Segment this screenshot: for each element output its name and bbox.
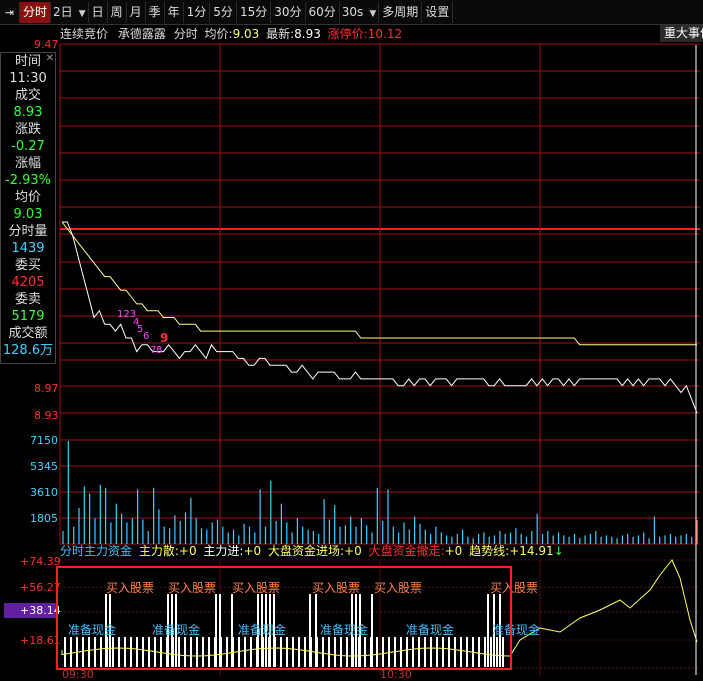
trend-label: 趋势线: bbox=[469, 544, 510, 558]
trend-value: +14.91 bbox=[509, 544, 554, 558]
main-scatter-label: 主力散: bbox=[138, 544, 179, 558]
amount-value: 128.6万 bbox=[2, 343, 54, 358]
main-in-value: +0 bbox=[243, 544, 262, 558]
capital-flow-title: 分时主力资金 bbox=[60, 544, 133, 558]
trend-arrow-icon: ↓ bbox=[553, 544, 564, 558]
avg-value: 9.03 bbox=[13, 207, 43, 222]
price-axis-893: 8.93 bbox=[34, 409, 59, 422]
change-label: 涨跌 bbox=[14, 122, 41, 137]
price-axis-897: 8.97 bbox=[34, 382, 59, 395]
capital-flow-header: 分时主力资金 主力散:+0 主力进:+0 大盘资金进场:+0 大盘资金撤走:+0… bbox=[60, 544, 564, 559]
market-out-value: +0 bbox=[444, 544, 463, 558]
volume-axis-1805: 1805 bbox=[30, 512, 58, 525]
highlight-box bbox=[56, 566, 512, 670]
bid-value: 4205 bbox=[11, 275, 45, 290]
deal-label: 成交 bbox=[14, 88, 41, 103]
avg-label: 均价 bbox=[14, 190, 41, 205]
market-out-label: 大盘资金撤走: bbox=[368, 544, 445, 558]
flow-axis-5627: +56.27 bbox=[20, 581, 61, 594]
wave-label-8: 8 bbox=[156, 345, 163, 356]
ask-value: 5179 bbox=[11, 309, 45, 324]
pct-label: 涨幅 bbox=[14, 156, 41, 171]
volume-axis-7150: 7150 bbox=[30, 434, 58, 447]
main-in-label: 主力进: bbox=[203, 544, 244, 558]
deal-value: 8.93 bbox=[13, 105, 43, 120]
volume-label: 分时量 bbox=[8, 224, 48, 239]
flow-axis-1861: +18.61 bbox=[20, 634, 61, 647]
market-in-label: 大盘资金进场: bbox=[268, 544, 345, 558]
wave-label-6: 6 bbox=[143, 331, 150, 342]
market-in-value: +0 bbox=[344, 544, 362, 558]
time-value: 11:30 bbox=[9, 71, 47, 86]
pct-value: -2.93% bbox=[5, 173, 51, 188]
main-scatter-value: +0 bbox=[178, 544, 197, 558]
close-icon[interactable]: ✕ bbox=[46, 53, 54, 64]
amount-label: 成交额 bbox=[8, 326, 48, 341]
price-axis-top: 9.47 bbox=[34, 38, 59, 51]
volume-axis-3610: 3610 bbox=[30, 486, 58, 499]
quote-info-panel: ✕ 时间 11:30 成交 8.93 涨跌 -0.27 涨幅 -2.93% 均价… bbox=[0, 52, 56, 364]
flow-axis-3814: +38.14 bbox=[20, 604, 61, 617]
change-value: -0.27 bbox=[11, 139, 45, 154]
volume-axis-5345: 5345 bbox=[30, 460, 58, 473]
wave-label-9: 9 bbox=[160, 331, 169, 345]
flow-axis-7439: +74.39 bbox=[20, 555, 61, 568]
ask-label: 委卖 bbox=[14, 292, 41, 307]
bid-label: 委买 bbox=[14, 258, 41, 273]
volume-value: 1439 bbox=[11, 241, 45, 256]
